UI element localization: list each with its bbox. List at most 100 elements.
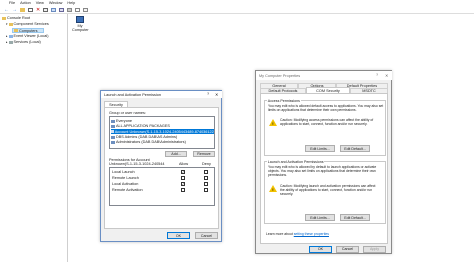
tree-item-event-viewer[interactable]: ▸ Event Viewer (Local): [6, 34, 48, 38]
launch-edit-default-button[interactable]: Edit Default...: [340, 214, 370, 221]
group-icon: [111, 119, 115, 123]
component-services-icon: [8, 22, 13, 26]
chevron-down-icon[interactable]: ▾: [6, 22, 8, 26]
delete-icon[interactable]: ✕: [36, 7, 40, 13]
tree-item-computers[interactable]: Computers: [12, 28, 44, 33]
warning-icon: !: [269, 185, 277, 192]
warning-icon: !: [269, 119, 277, 126]
menu-help[interactable]: Help: [67, 1, 75, 5]
access-warning-text: Caution: Modifying access permissions ca…: [280, 118, 374, 126]
remove-button[interactable]: Remove: [193, 151, 215, 157]
list-item[interactable]: Administrators (DAB DAB\Administrators): [111, 140, 186, 144]
permissions-table: Local Launch ✓ Remote Launch Local Activ…: [109, 167, 215, 206]
list-view-icon[interactable]: [75, 7, 81, 12]
up-folder-icon[interactable]: [20, 7, 25, 12]
user-name: DBS Admins (DAB DAB\AS Admins): [116, 135, 178, 139]
access-edit-limits-button[interactable]: Edit Limits...: [305, 145, 335, 152]
tree-item-label: Services (Local): [13, 40, 41, 44]
permission-row: Local Launch ✓: [112, 170, 212, 175]
permission-name: Local Activation: [112, 182, 139, 186]
chevron-right-icon[interactable]: ▸: [6, 40, 8, 44]
launch-activation-group: Launch and Activation Permissions You ma…: [264, 159, 386, 224]
tab-panel: Group or user names: Everyone ALL APPLIC…: [104, 107, 219, 229]
user-list[interactable]: Everyone ALL APPLICATION PACKAGES Accoun…: [109, 116, 215, 149]
tree-pane: Console Root ▾ Component Services Comput…: [0, 14, 68, 262]
user-name: ALL APPLICATION PACKAGES: [116, 124, 170, 128]
group-icon: [111, 124, 115, 128]
permission-row: Local Activation ✓: [112, 182, 212, 187]
tree-item-label: Computers: [19, 28, 38, 33]
cancel-button[interactable]: Cancel: [336, 246, 359, 253]
dialog-titlebar: Launch and Activation Permission ? ✕: [101, 91, 222, 98]
permission-name: Remote Launch: [112, 176, 139, 180]
deny-checkbox[interactable]: [204, 176, 208, 180]
tab-panel: Access Permissions You may edit who is a…: [260, 93, 388, 244]
cancel-button[interactable]: Cancel: [195, 232, 218, 239]
learn-more-link[interactable]: setting these properties: [294, 232, 329, 236]
permission-name: Remote Activation: [112, 188, 143, 192]
folder-icon: [14, 29, 18, 32]
allow-checkbox[interactable]: ✓: [181, 182, 185, 186]
permission-name: Local Launch: [112, 170, 135, 174]
list-item[interactable]: ALL APPLICATION PACKAGES: [111, 124, 170, 128]
close-button[interactable]: ✕: [215, 92, 218, 97]
computer-icon: [76, 16, 84, 23]
menu-window[interactable]: Window: [49, 1, 63, 5]
allow-checkbox[interactable]: ✓: [181, 170, 185, 174]
allow-checkbox[interactable]: [181, 176, 185, 180]
add-button[interactable]: Add...: [165, 151, 187, 157]
permission-row: Remote Activation: [112, 188, 212, 193]
deny-header: Deny: [202, 162, 211, 166]
list-item[interactable]: Everyone: [111, 119, 132, 123]
allow-header: Allow: [179, 162, 189, 166]
refresh-icon[interactable]: [51, 7, 57, 12]
list-item-selected[interactable]: Account Unknown(S-1-15-3-1024-2405443489…: [111, 129, 214, 134]
launch-warning-text: Caution: Modifying launch and activation…: [280, 184, 376, 196]
launch-description: You may edit who is allowed by default t…: [268, 165, 377, 177]
tree-item-component-services[interactable]: ▾ Component Services: [6, 22, 49, 26]
menu-view[interactable]: View: [36, 1, 44, 5]
user-icon: [111, 130, 114, 133]
user-name: Everyone: [116, 119, 133, 123]
help-button[interactable]: ?: [376, 73, 378, 77]
apply-button[interactable]: Apply: [363, 246, 386, 253]
event-viewer-icon: [8, 34, 13, 38]
permission-row: Remote Launch: [112, 176, 212, 181]
list-item[interactable]: DBS Admins (DAB DAB\AS Admins): [111, 135, 177, 139]
services-icon: [8, 40, 13, 44]
ok-button[interactable]: OK: [167, 232, 190, 239]
tree-item-label: Component Services: [13, 22, 49, 26]
menu-action[interactable]: Action: [20, 1, 31, 5]
deny-checkbox[interactable]: [204, 170, 208, 174]
close-button[interactable]: ✕: [385, 73, 388, 78]
chevron-right-icon[interactable]: ▸: [6, 34, 8, 38]
learn-more-prefix: Learn more about: [266, 232, 294, 236]
dialog-title: My Computer Properties: [259, 73, 301, 78]
back-icon[interactable]: ←: [4, 7, 9, 13]
launch-permission-dialog: Launch and Activation Permission ? ✕ Sec…: [100, 90, 222, 242]
access-edit-default-button[interactable]: Edit Default...: [340, 145, 370, 152]
tree-item-console-root[interactable]: Console Root: [2, 16, 30, 20]
user-name: Administrators (DAB DAB\Administrators): [116, 140, 186, 144]
deny-checkbox[interactable]: [204, 188, 208, 192]
help-icon[interactable]: [59, 7, 65, 12]
deny-checkbox[interactable]: [204, 182, 208, 186]
tree-item-services[interactable]: ▸ Services (Local): [6, 40, 41, 44]
folder-icon: [2, 16, 6, 20]
launch-edit-limits-button[interactable]: Edit Limits...: [305, 214, 335, 221]
menu-file[interactable]: File: [9, 1, 15, 5]
allow-checkbox[interactable]: [181, 188, 185, 192]
mmc-toolbar: ← → ✕: [0, 6, 474, 14]
detail-view-icon[interactable]: [83, 7, 89, 12]
my-computer-item[interactable]: My Computer: [72, 16, 89, 32]
access-description: You may edit who is allowed default acce…: [268, 104, 384, 112]
group-title: Access Permissions: [267, 98, 301, 103]
ok-button[interactable]: OK: [309, 246, 332, 253]
forward-icon[interactable]: →: [12, 7, 17, 13]
show-tree-icon[interactable]: [28, 7, 33, 12]
console-icon[interactable]: [67, 7, 73, 12]
my-computer-properties-dialog: My Computer Properties ? ✕ General Optio…: [255, 70, 392, 254]
help-button[interactable]: ?: [207, 92, 209, 96]
tree-item-label: Event Viewer (Local): [13, 34, 49, 38]
properties-icon[interactable]: [43, 7, 49, 12]
